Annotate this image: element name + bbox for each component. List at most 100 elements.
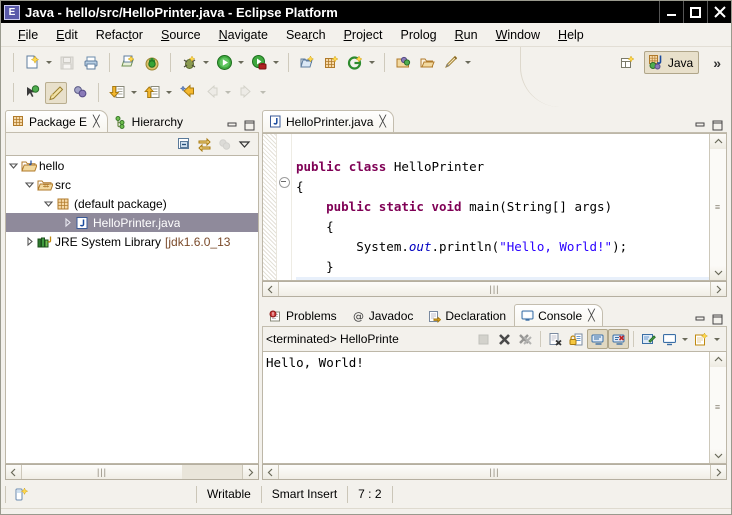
- menu-project[interactable]: Project: [335, 26, 392, 44]
- scroll-down-arrow[interactable]: [710, 265, 726, 280]
- editor-folding-ruler[interactable]: [277, 134, 292, 280]
- perspective-java-button[interactable]: Java: [644, 51, 699, 74]
- scroll-up-arrow[interactable]: [710, 352, 726, 367]
- menu-search[interactable]: Search: [277, 26, 335, 44]
- close-button[interactable]: [707, 1, 731, 23]
- menu-source[interactable]: Source: [152, 26, 210, 44]
- editor-annotation-ruler[interactable]: [263, 134, 277, 280]
- toolbar-overflow-button[interactable]: »: [713, 55, 721, 71]
- maximize-view-icon[interactable]: [712, 120, 724, 132]
- focus-on-active-task-button[interactable]: [214, 135, 234, 154]
- tree-row-jre-library[interactable]: JRE System Library [jdk1.6.0_13: [6, 232, 258, 251]
- new-java-class-button[interactable]: [320, 52, 342, 74]
- package-explorer-tree[interactable]: hello s: [5, 155, 259, 464]
- external-tools-button[interactable]: [141, 52, 163, 74]
- previous-annotation-button[interactable]: [141, 82, 163, 104]
- code-editor[interactable]: public class HelloPrinter { public stati…: [262, 133, 727, 281]
- minimize-view-icon[interactable]: [227, 120, 239, 132]
- back-button[interactable]: [200, 82, 222, 104]
- debug-button[interactable]: [178, 52, 200, 74]
- menu-edit[interactable]: Edit: [47, 26, 87, 44]
- remove-launch-button[interactable]: [494, 329, 515, 349]
- maximize-view-icon[interactable]: [244, 120, 256, 132]
- search-button[interactable]: [440, 52, 462, 74]
- pin-console-button[interactable]: [638, 329, 659, 349]
- menu-run[interactable]: Run: [446, 26, 487, 44]
- menu-file[interactable]: File: [9, 26, 47, 44]
- minimize-view-icon[interactable]: [695, 314, 707, 326]
- new-java-interface-button[interactable]: [344, 52, 366, 74]
- show-console-on-error-button[interactable]: [608, 329, 629, 349]
- scroll-thumb[interactable]: |||: [22, 465, 182, 479]
- scroll-up-arrow[interactable]: [710, 134, 726, 149]
- debug-dropdown[interactable]: [201, 52, 210, 74]
- menu-window[interactable]: Window: [487, 26, 549, 44]
- new-wizard-button[interactable]: [21, 52, 43, 74]
- console-output-area[interactable]: Hello, World! ≡: [262, 351, 727, 464]
- run-coverage-button[interactable]: [248, 52, 270, 74]
- open-perspective-icon[interactable]: [617, 52, 639, 74]
- scroll-thumb[interactable]: |||: [279, 282, 710, 296]
- last-edit-location-button[interactable]: [176, 82, 198, 104]
- tree-row-src[interactable]: src: [6, 175, 258, 194]
- twisty-expanded-icon[interactable]: [6, 160, 21, 171]
- twisty-collapsed-icon[interactable]: [22, 236, 37, 247]
- scroll-thumb[interactable]: |||: [279, 465, 710, 479]
- display-selected-console-button[interactable]: [659, 329, 680, 349]
- console-hscrollbar[interactable]: |||: [262, 464, 727, 480]
- tab-console[interactable]: Console ╳: [514, 304, 603, 326]
- scroll-right-arrow[interactable]: [710, 282, 726, 296]
- scroll-left-arrow[interactable]: [6, 465, 22, 479]
- run-coverage-dropdown[interactable]: [271, 52, 280, 74]
- new-java-package-button[interactable]: [296, 52, 318, 74]
- menu-prolog[interactable]: Prolog: [391, 26, 445, 44]
- editor-source-text[interactable]: public class HelloPrinter { public stati…: [292, 134, 709, 280]
- open-type-button[interactable]: [117, 52, 139, 74]
- open-task-button[interactable]: [392, 52, 414, 74]
- display-console-dropdown[interactable]: [680, 328, 689, 350]
- editor-hscrollbar[interactable]: |||: [262, 281, 727, 297]
- next-annotation-button[interactable]: [106, 82, 128, 104]
- open-resource-button[interactable]: [416, 52, 438, 74]
- run-button[interactable]: [213, 52, 235, 74]
- forward-button[interactable]: [235, 82, 257, 104]
- twisty-expanded-icon[interactable]: [22, 179, 37, 190]
- package-explorer-hscrollbar[interactable]: |||: [5, 464, 259, 480]
- menu-help[interactable]: Help: [549, 26, 593, 44]
- scroll-track[interactable]: ≡: [710, 367, 726, 448]
- toggle-breadcrumb-button[interactable]: [69, 82, 91, 104]
- tab-problems[interactable]: Problems: [262, 305, 345, 326]
- forward-dropdown[interactable]: [258, 82, 267, 104]
- minimize-view-icon[interactable]: [695, 120, 707, 132]
- twisty-expanded-icon[interactable]: [41, 198, 56, 209]
- toggle-highlight-button[interactable]: [45, 82, 67, 104]
- new-java-interface-dropdown[interactable]: [367, 52, 376, 74]
- menu-navigate[interactable]: Navigate: [210, 26, 277, 44]
- show-console-on-output-button[interactable]: [587, 329, 608, 349]
- tree-row-default-package[interactable]: (default package): [6, 194, 258, 213]
- tab-package-explorer[interactable]: Package E ╳: [5, 110, 108, 132]
- tab-helloprinter-java[interactable]: HelloPrinter.java ╳: [262, 110, 394, 132]
- link-with-editor-button[interactable]: [194, 135, 214, 154]
- remove-all-terminated-button[interactable]: [515, 329, 536, 349]
- tab-javadoc[interactable]: @ Javadoc: [345, 305, 422, 326]
- save-button[interactable]: [56, 52, 78, 74]
- next-annotation-dropdown[interactable]: [129, 82, 138, 104]
- maximize-view-icon[interactable]: [712, 314, 724, 326]
- scroll-down-arrow[interactable]: [710, 448, 726, 463]
- scroll-track[interactable]: ≡: [710, 149, 726, 265]
- open-console-dropdown[interactable]: [712, 328, 721, 350]
- scroll-track[interactable]: [182, 465, 242, 479]
- minimize-button[interactable]: [659, 1, 683, 23]
- collapse-all-button[interactable]: [174, 135, 194, 154]
- print-button[interactable]: [80, 52, 102, 74]
- new-wizard-dropdown[interactable]: [44, 52, 53, 74]
- scroll-left-arrow[interactable]: [263, 465, 279, 479]
- clear-console-button[interactable]: [545, 329, 566, 349]
- run-dropdown[interactable]: [236, 52, 245, 74]
- tab-hierarchy[interactable]: Hierarchy: [108, 111, 191, 132]
- close-icon[interactable]: ╳: [379, 115, 386, 128]
- tab-declaration[interactable]: Declaration: [421, 305, 514, 326]
- open-console-button[interactable]: [691, 329, 712, 349]
- toggle-mark-occurrences-button[interactable]: [21, 82, 43, 104]
